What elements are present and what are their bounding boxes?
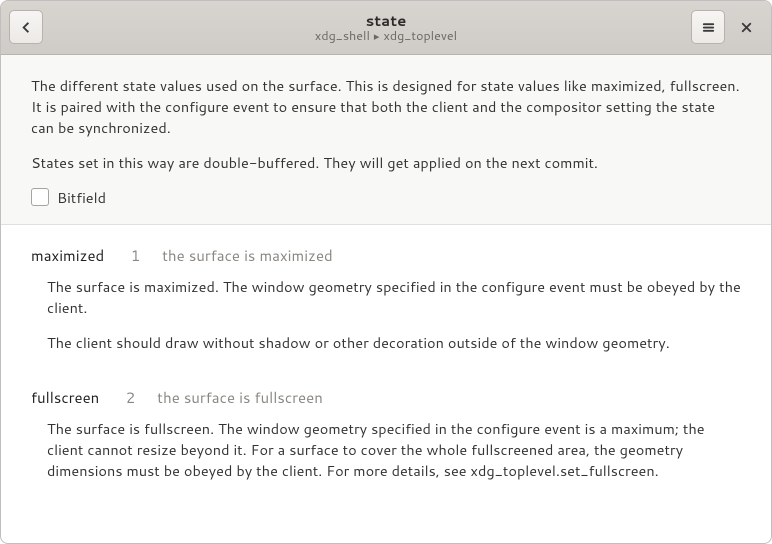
enum-entry: maximized 1 the surface is maximized The… <box>31 245 741 353</box>
entry-summary: the surface is maximized <box>162 245 332 266</box>
intro-section: The different state values used on the s… <box>1 55 771 225</box>
enum-entry: fullscreen 2 the surface is fullscreen T… <box>31 387 741 481</box>
menu-button[interactable] <box>691 10 725 44</box>
back-button[interactable] <box>9 10 43 44</box>
breadcrumb-part: xdg_shell <box>315 29 370 43</box>
enum-entries: maximized 1 the surface is maximized The… <box>1 225 771 543</box>
entry-description: The surface is maximized. The window geo… <box>47 276 741 318</box>
entry-summary: the surface is fullscreen <box>157 387 323 408</box>
headerbar: state xdg_shell ▸ xdg_toplevel <box>1 1 771 55</box>
intro-paragraph: States set in this way are double-buffer… <box>31 152 741 173</box>
intro-paragraph: The different state values used on the s… <box>31 75 741 138</box>
breadcrumb-part: xdg_toplevel <box>383 29 457 43</box>
entry-name: maximized <box>31 245 104 266</box>
entry-name: fullscreen <box>31 387 99 408</box>
entry-description: The surface is fullscreen. The window ge… <box>47 418 741 481</box>
bitfield-label: Bitfield <box>57 187 106 208</box>
hamburger-icon <box>701 20 716 35</box>
close-button[interactable] <box>729 10 763 44</box>
page-title: state <box>366 12 407 29</box>
close-icon <box>739 20 754 35</box>
entry-value: 1 <box>126 245 140 266</box>
entry-description: The client should draw without shadow or… <box>47 332 741 353</box>
chevron-right-icon: ▸ <box>374 30 380 43</box>
entry-value: 2 <box>121 387 135 408</box>
bitfield-checkbox[interactable] <box>31 188 49 206</box>
chevron-left-icon <box>19 20 34 35</box>
breadcrumb: xdg_shell ▸ xdg_toplevel <box>315 29 457 43</box>
